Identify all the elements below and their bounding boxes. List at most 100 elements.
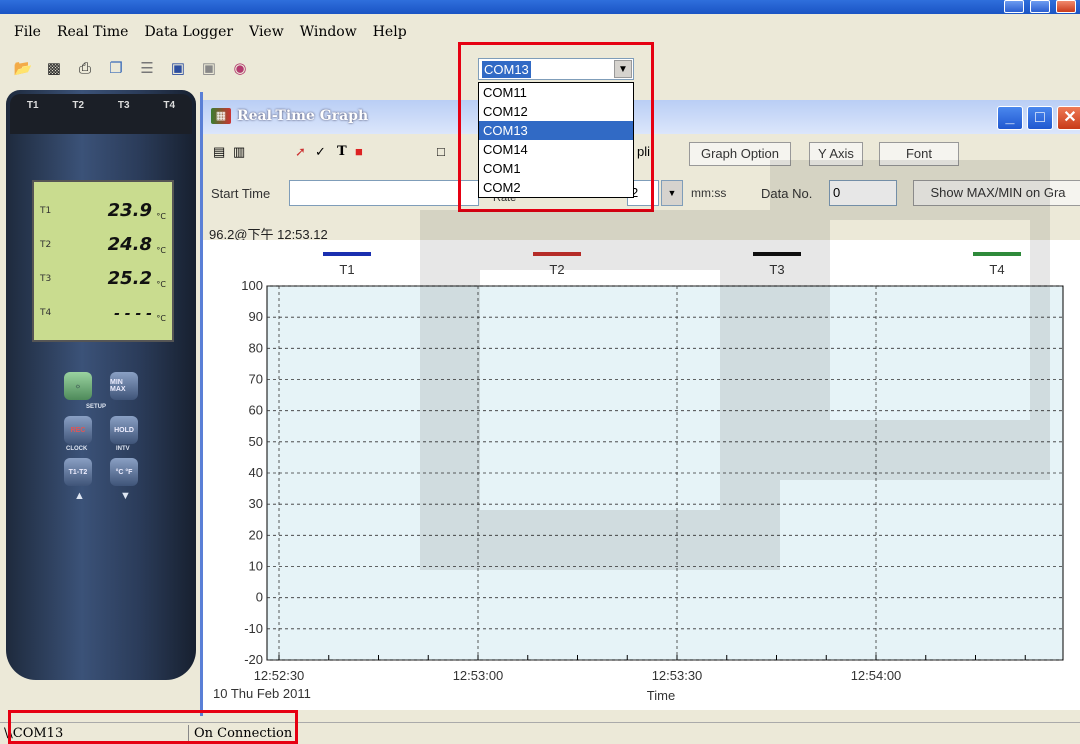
lcd-label: T4 [40,308,52,318]
lcd-value: 25.2 [107,268,152,289]
data-no-field[interactable]: 0 [829,180,897,206]
meter-lcd: T1 23.9 °C T2 24.8 °C T3 25.2 °C T4 - - … [32,180,174,342]
page-icon[interactable]: □ [437,144,445,159]
menu-bar: File Real Time Data Logger View Window H… [0,20,1080,44]
start-time-field[interactable] [289,180,479,206]
graph-option-button[interactable]: Graph Option [689,142,791,166]
minimize-icon[interactable]: _ [997,106,1023,130]
lcd-row: T2 24.8 °C [34,232,172,262]
chart-mode-icon[interactable]: ▥ [233,144,245,160]
lcd-unit: °C [156,246,166,255]
unit-button: °C °F [110,458,138,486]
graph-title-bar: ▦ Real-Time Graph _ □ ✕ [203,100,1080,134]
backlight-button: ☼ [64,372,92,400]
play-icon[interactable]: ▣ [167,57,189,79]
lcd-row: T1 23.9 °C [34,198,172,228]
graph-window-title: Real-Time Graph [237,108,369,124]
meter-device-image: T1 T2 T3 T4 T1 23.9 °C T2 24.8 °C T3 25.… [6,90,196,680]
y-tick-label: 80 [249,340,263,355]
app-title-bar [0,0,1080,14]
com-option[interactable]: COM12 [479,102,633,121]
graph-plot-area: 100 90 80 70 60 50 40 30 20 10 0 -10 -20 12:52:30 12:5… [203,240,1080,710]
list-icon[interactable]: ☰ [136,57,158,79]
com-port-value: COM13 [482,60,531,78]
chevron-down-icon[interactable]: ▼ [661,180,683,206]
x-date-label: 10 Thu Feb 2011 [213,686,311,701]
probe-label: T4 [163,100,176,111]
up-arrow-icon: ▲ [74,490,85,502]
maximize-icon[interactable]: □ [1027,106,1053,130]
color-icon[interactable]: ■ [355,144,363,159]
lcd-unit: °C [156,212,166,221]
x-axis-label: Time [647,688,675,703]
y-tick-label: 20 [249,527,263,542]
menu-file[interactable]: File [14,24,41,40]
lcd-unit: °C [156,280,166,289]
copy-icon[interactable]: ❐ [105,57,127,79]
y-tick-label: 30 [249,496,263,511]
com-option-selected[interactable]: COM13 [479,121,633,140]
com-option[interactable]: COM14 [479,140,633,159]
lcd-value: 24.8 [107,234,152,255]
com-option[interactable]: COM1 [479,159,633,178]
com-port-select[interactable]: COM13 ▼ [478,58,634,80]
probe-label: T1 [26,100,39,111]
lcd-row: T4 - - - - °C [34,300,172,330]
x-tick-label: 12:52:30 [254,668,305,683]
y-tick-label: 10 [249,559,263,574]
chart-style-icon[interactable]: ▤ [213,144,225,160]
meter-body [6,90,196,680]
open-folder-icon[interactable]: 📂 [12,57,34,79]
show-maxmin-button[interactable]: Show MAX/MIN on Gra [913,180,1080,206]
graph-window-icon: ▦ [211,108,231,124]
stop-icon[interactable]: ▣ [198,57,220,79]
maximize-icon[interactable] [1030,0,1050,13]
menu-help[interactable]: Help [373,24,407,40]
x-tick-label: 12:54:00 [851,668,902,683]
text-tool-icon[interactable]: T [337,144,347,159]
com-option[interactable]: COM2 [479,178,633,197]
y-tick-label: -10 [244,621,263,636]
probe-label: T2 [72,100,85,111]
clock-label: CLOCK [66,446,88,452]
menu-view[interactable]: View [249,24,284,40]
lcd-row: T3 25.2 °C [34,266,172,296]
print-icon[interactable]: ⎙ [74,57,96,79]
lcd-unit: °C [156,314,166,323]
pointer-icon[interactable]: ➚ [295,144,306,160]
legend-swatch [533,252,581,256]
legend-swatch [973,252,1021,256]
menu-real-time[interactable]: Real Time [57,24,128,40]
legend-swatch [753,252,801,256]
status-connection: On Connection [194,726,293,741]
intv-label: INTV [116,446,130,452]
chevron-down-icon[interactable]: ▼ [614,60,632,78]
split-label[interactable]: pli [637,144,650,159]
status-bar: \\COM13 On Connection [0,722,1080,744]
minimize-icon[interactable] [1004,0,1024,13]
minmax-button: MIN MAX [110,372,138,400]
status-port: \\COM13 [4,726,64,741]
down-arrow-icon: ▼ [120,490,131,502]
y-axis-button[interactable]: Y Axis [809,142,863,166]
rec-button: REC [64,416,92,444]
close-icon[interactable] [1056,0,1076,13]
x-tick-label: 12:53:00 [453,668,504,683]
lcd-value: - - - - [114,306,152,322]
com-port-dropdown: COM11 COM12 COM13 COM14 COM1 COM2 [478,82,634,198]
menu-window[interactable]: Window [300,24,357,40]
font-button[interactable]: Font [879,142,959,166]
status-divider [188,725,189,743]
menu-data-logger[interactable]: Data Logger [144,24,233,40]
y-tick-label: 40 [249,465,263,480]
setup-label: SETUP [86,404,107,410]
save-icon[interactable]: ▩ [43,57,65,79]
start-time-label: Start Time [211,186,271,201]
com-option[interactable]: COM11 [479,83,633,102]
lcd-label: T2 [40,240,52,250]
y-tick-label: 0 [256,590,263,605]
legend-label: T3 [769,262,784,277]
book-icon[interactable]: ◉ [229,57,251,79]
pen-icon[interactable]: ✓ [315,144,326,160]
close-icon[interactable]: ✕ [1057,106,1080,130]
